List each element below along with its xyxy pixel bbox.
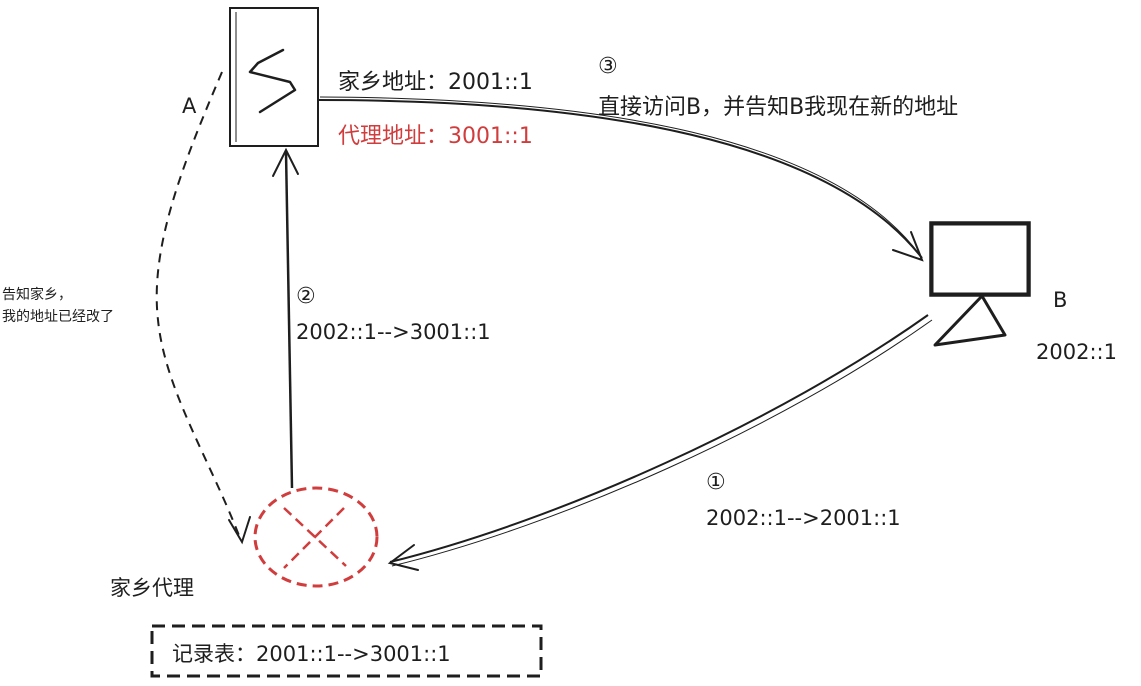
- home-address-label: 家乡地址：2001::1: [338, 70, 533, 95]
- step3-description: 直接访问B，并告知B我现在新的地址: [598, 95, 959, 120]
- node-b-address: 2002::1: [1036, 340, 1117, 364]
- notify-text-line1: 告知家乡，: [2, 287, 72, 303]
- computer-icon: [929, 221, 1031, 347]
- home-agent-label: 家乡代理: [110, 576, 194, 600]
- step1-number: ①: [706, 470, 726, 495]
- notify-text-line2: 我的地址已经改了: [2, 309, 114, 325]
- crossed-circle-icon: [253, 486, 379, 588]
- arrow-step2: [272, 147, 299, 489]
- record-table-text: 记录表：2001::1-->3001::1: [172, 642, 451, 666]
- arrow-step1: [387, 314, 933, 571]
- arrow-notify: [155, 71, 251, 545]
- step1-description: 2002::1-->2001::1: [706, 506, 901, 530]
- node-b-label: B: [1053, 288, 1068, 312]
- step2-description: 2002::1-->3001::1: [296, 320, 491, 344]
- node-a-label: A: [182, 94, 197, 118]
- phone-icon: [229, 7, 319, 147]
- step3-number: ③: [598, 54, 618, 79]
- proxy-address-label: 代理地址：3001::1: [338, 124, 533, 149]
- step2-number: ②: [296, 284, 316, 309]
